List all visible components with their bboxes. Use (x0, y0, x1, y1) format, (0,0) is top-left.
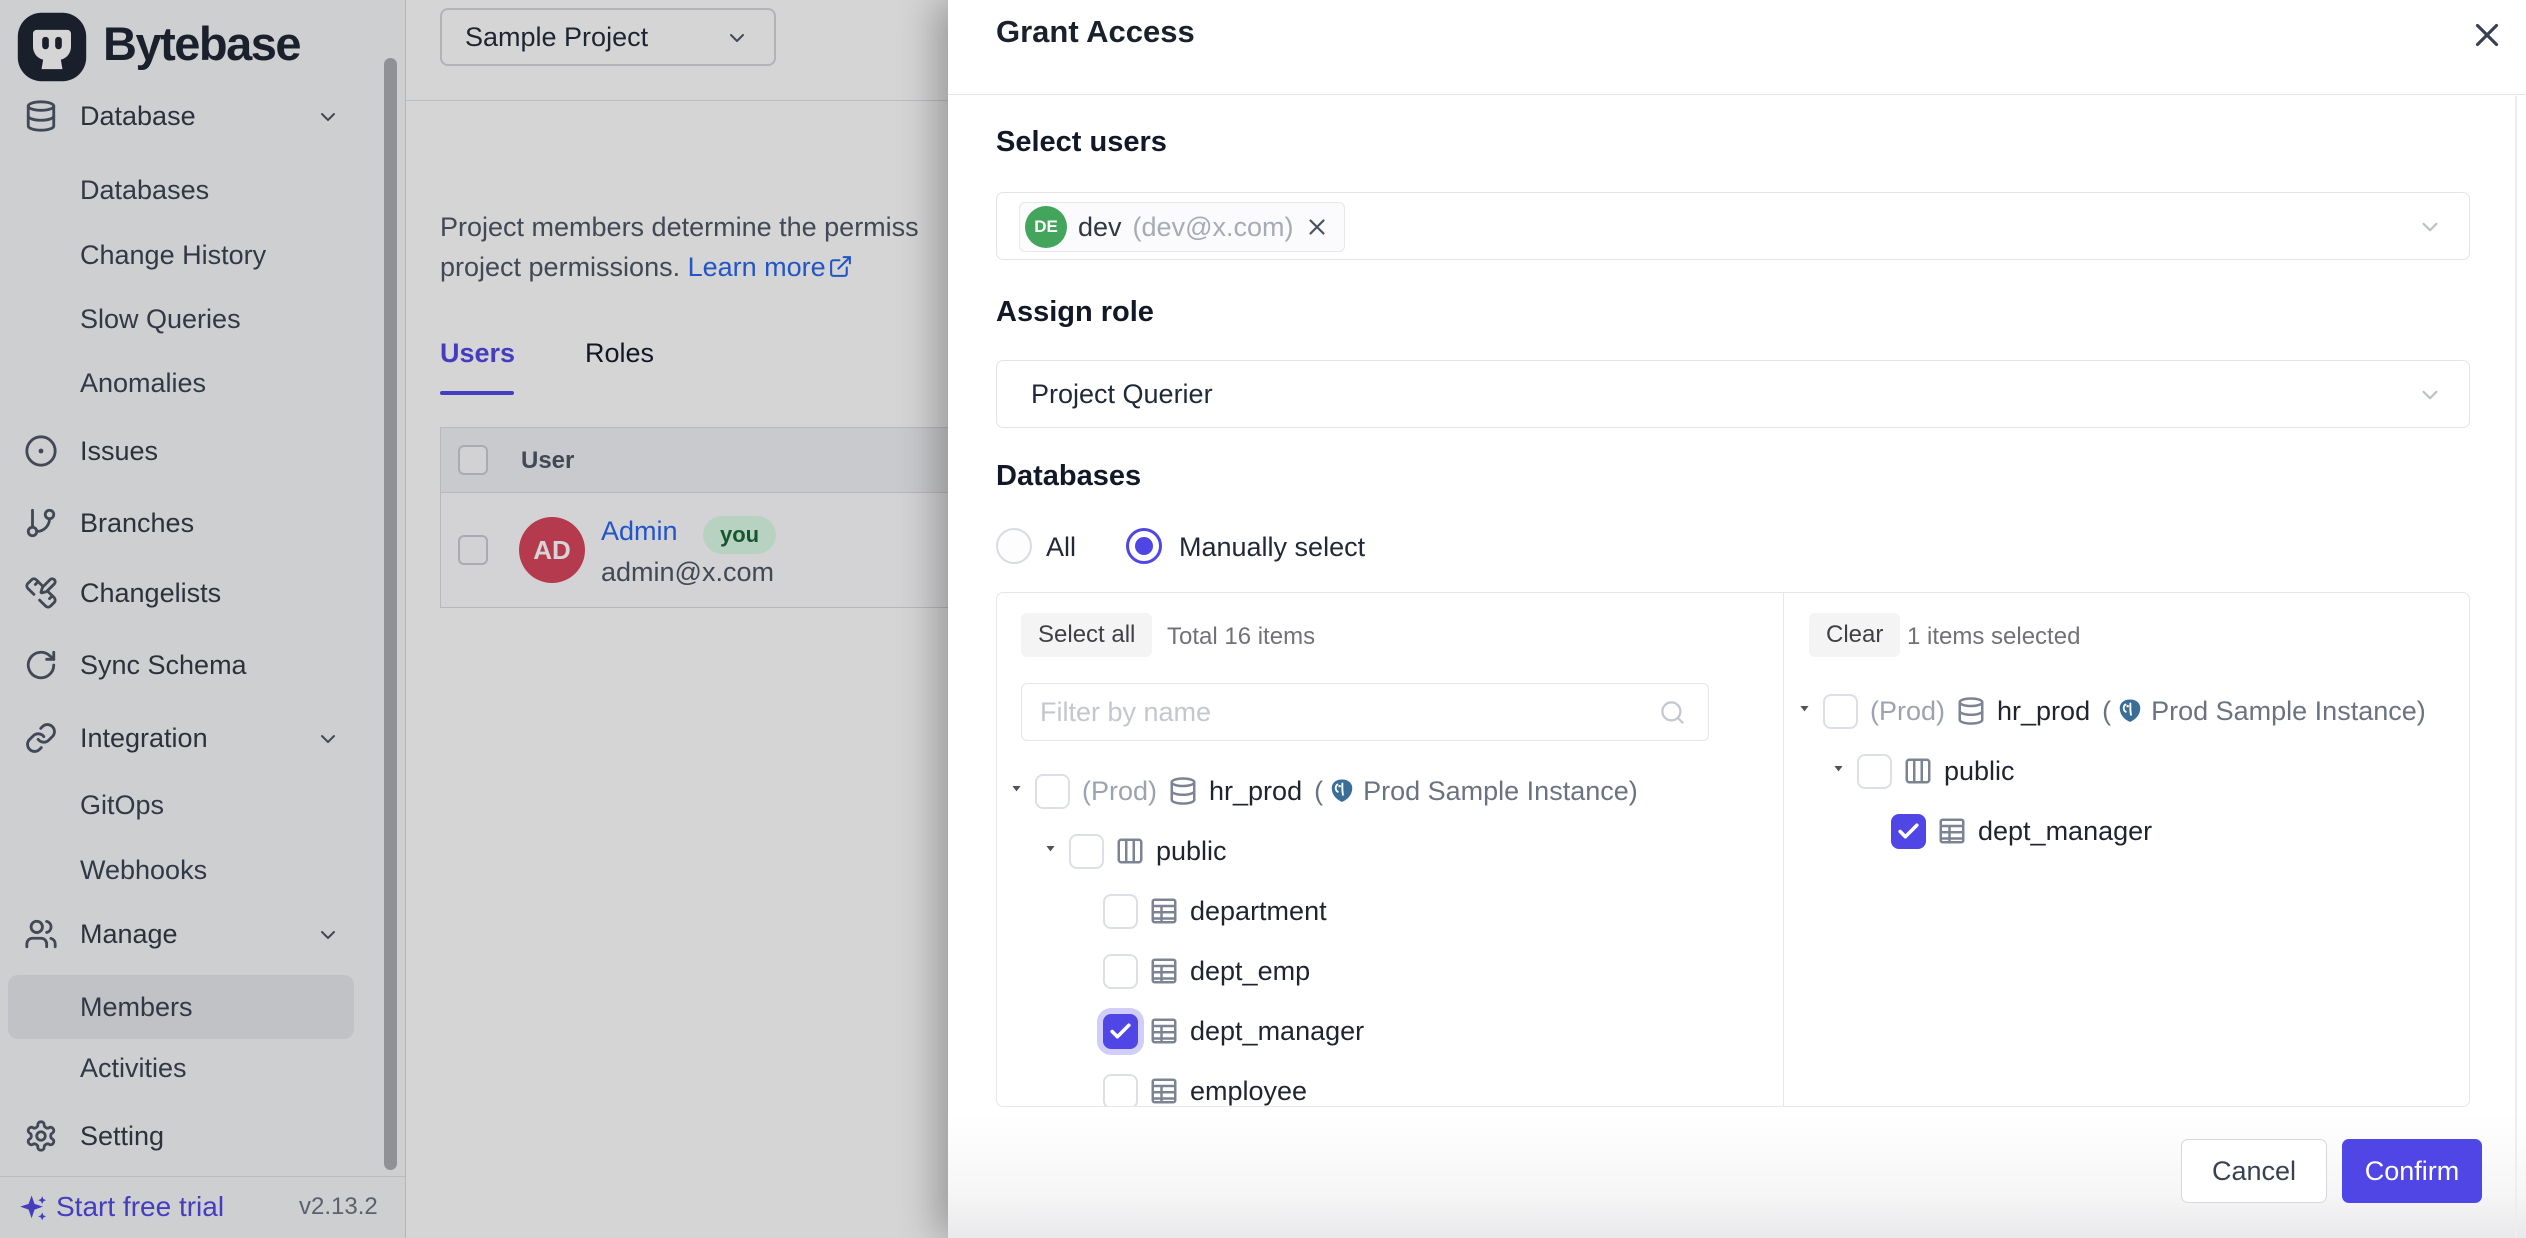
schema-icon (1115, 836, 1145, 866)
target-panel: Clear 1 items selected (Prod)hr_prod(Pro… (1785, 593, 2470, 1107)
checkbox[interactable] (1857, 754, 1892, 789)
search-icon (1659, 699, 1686, 726)
radio-all-label[interactable]: All (1046, 532, 1076, 563)
tree-node-label: dept_manager (1978, 816, 2152, 847)
tree-node-label: dept_emp (1190, 956, 1310, 987)
caret-spacer (1077, 903, 1103, 919)
caret-down-icon[interactable] (1009, 783, 1035, 799)
source-panel: Select all Total 16 items (Prod)hr_prod(… (997, 593, 1784, 1107)
tree-node-label: public (1156, 836, 1227, 867)
dialog-scrollbar-track[interactable] (2515, 96, 2517, 1238)
instance-paren: ( (1314, 776, 1323, 807)
instance-label: Prod Sample Instance) (2151, 696, 2426, 727)
remove-user-icon[interactable] (1304, 214, 1330, 240)
instance-paren: ( (2102, 696, 2111, 727)
selected-count-label: 1 items selected (1907, 623, 2080, 651)
caret-spacer (1077, 963, 1103, 979)
dialog-title: Grant Access (996, 14, 1195, 50)
table-icon (1149, 1076, 1179, 1106)
users-multiselect[interactable]: DE dev (dev@x.com) (996, 192, 2470, 260)
cancel-button[interactable]: Cancel (2181, 1139, 2327, 1203)
tree-node-label: employee (1190, 1076, 1307, 1107)
postgresql-icon (1327, 776, 1357, 806)
table-icon (1937, 816, 1967, 846)
role-select-value: Project Querier (1031, 361, 1213, 427)
chevron-down-icon (2417, 214, 2443, 240)
tree-node-label: public (1944, 756, 2015, 787)
checkbox[interactable] (1103, 1014, 1138, 1049)
avatar: DE (1025, 206, 1067, 248)
checkbox[interactable] (1103, 894, 1138, 929)
caret-spacer (1077, 1023, 1103, 1039)
tree-row-hr-prod[interactable]: (Prod) hr_prod ( Prod Sample Instance) (997, 761, 1783, 821)
environment-label: (Prod) (1870, 696, 1945, 727)
caret-down-icon[interactable] (1043, 843, 1069, 859)
tree-row-dept-emp[interactable]: dept_emp (997, 941, 1783, 1001)
table-icon (1149, 896, 1179, 926)
close-icon[interactable] (2468, 16, 2506, 54)
caret-spacer (1077, 1083, 1103, 1099)
checkbox[interactable] (1069, 834, 1104, 869)
chevron-down-icon (2417, 382, 2443, 408)
grant-access-dialog: Grant Access Select users DE dev (dev@x.… (948, 0, 2526, 1238)
user-email: (dev@x.com) (1133, 212, 1294, 243)
role-select[interactable]: Project Querier (996, 360, 2470, 428)
tree-row-department[interactable]: department (997, 881, 1783, 941)
tree-node-label: hr_prod (1997, 696, 2090, 727)
selected-user-chip: DE dev (dev@x.com) (1019, 202, 1345, 252)
total-items-label: Total 16 items (1167, 623, 1315, 651)
tree-node-label: hr_prod (1209, 776, 1302, 807)
tree-row-public[interactable]: public (997, 821, 1783, 881)
radio-manually-select[interactable] (1126, 528, 1162, 564)
database-transfer: Select all Total 16 items (Prod)hr_prod(… (996, 592, 2470, 1107)
databases-label: Databases (996, 460, 1141, 493)
checkbox[interactable] (1891, 814, 1926, 849)
confirm-button[interactable]: Confirm (2342, 1139, 2482, 1203)
radio-manual-label[interactable]: Manually select (1179, 532, 1365, 563)
radio-all[interactable] (996, 528, 1032, 564)
dialog-header-divider (948, 94, 2526, 95)
postgresql-icon (2115, 696, 2145, 726)
tree-row-dept-manager[interactable]: dept_manager (997, 1001, 1783, 1061)
tree-row-public[interactable]: public (1785, 741, 2470, 801)
checkbox[interactable] (1103, 954, 1138, 989)
table-icon (1149, 956, 1179, 986)
select-users-label: Select users (996, 126, 1167, 159)
caret-down-icon[interactable] (1797, 703, 1823, 719)
table-icon (1149, 1016, 1179, 1046)
tree-node-label: dept_manager (1190, 1016, 1364, 1047)
checkbox[interactable] (1035, 774, 1070, 809)
tree-row-hr-prod[interactable]: (Prod) hr_prod ( Prod Sample Instance) (1785, 681, 2470, 741)
caret-down-icon[interactable] (1831, 763, 1857, 779)
database-icon (1168, 776, 1198, 806)
checkbox[interactable] (1103, 1074, 1138, 1108)
tree-node-label: department (1190, 896, 1327, 927)
filter-input[interactable] (1021, 683, 1709, 741)
checkbox[interactable] (1823, 694, 1858, 729)
schema-icon (1903, 756, 1933, 786)
user-name: dev (1078, 212, 1122, 243)
environment-label: (Prod) (1082, 776, 1157, 807)
instance-label: Prod Sample Instance) (1363, 776, 1638, 807)
app-screen: Bytebase DatabaseDatabasesChange History… (0, 0, 2526, 1238)
select-all-button[interactable]: Select all (1021, 613, 1152, 657)
assign-role-label: Assign role (996, 296, 1154, 329)
tree-row-employee[interactable]: employee (997, 1061, 1783, 1107)
caret-spacer (1865, 823, 1891, 839)
clear-button[interactable]: Clear (1809, 613, 1900, 657)
tree-row-dept-manager[interactable]: dept_manager (1785, 801, 2470, 861)
database-icon (1956, 696, 1986, 726)
